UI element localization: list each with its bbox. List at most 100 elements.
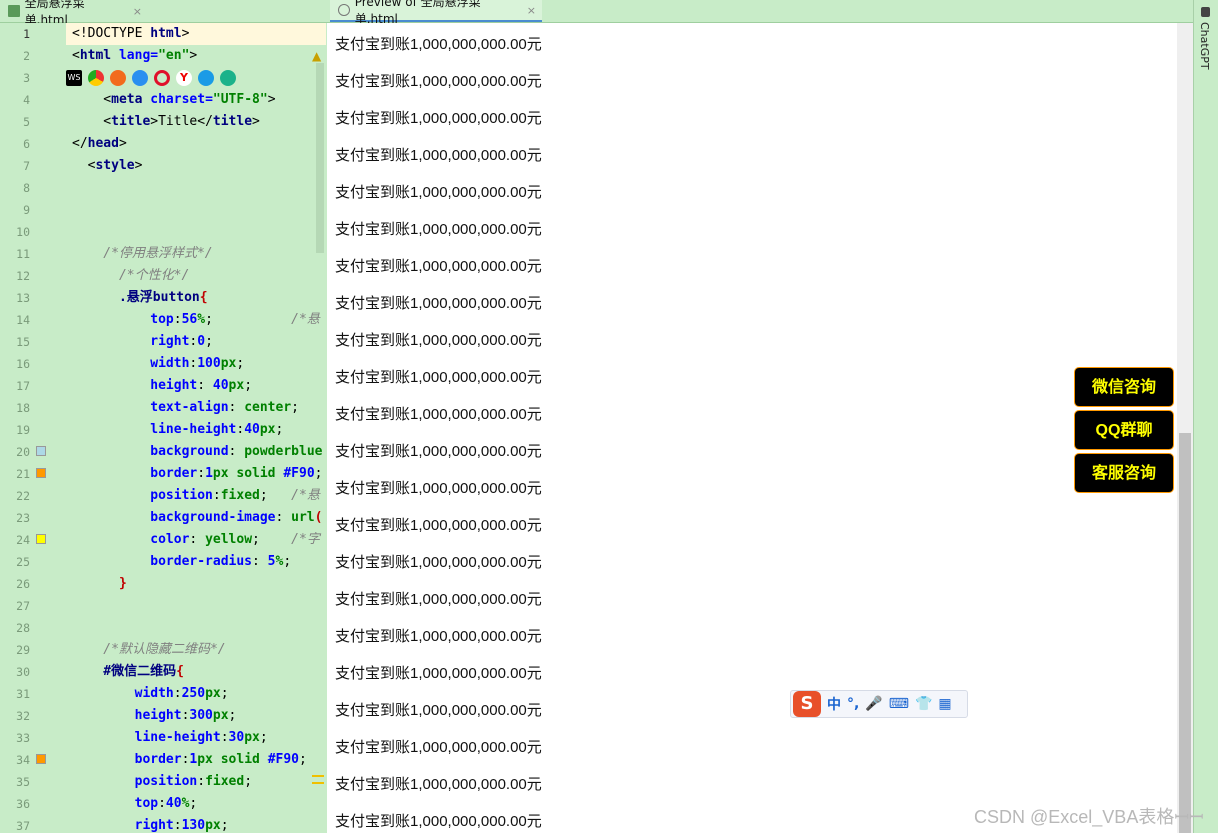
tab-source-file[interactable]: 全局悬浮菜单.html × [0, 0, 148, 27]
editor-scrollbar[interactable] [316, 63, 324, 253]
code-line: line-height:40px; [72, 419, 283, 441]
code-token: width [72, 686, 174, 701]
code-token: line-height [72, 422, 237, 437]
sogou-logo-icon[interactable]: S [793, 691, 821, 717]
line-number: 23 [16, 511, 30, 525]
code-token: top [72, 796, 159, 811]
code-line: #微信二维码{ [72, 661, 184, 683]
line-number: 17 [16, 379, 30, 393]
float-button-service[interactable]: 客服咨询 [1074, 453, 1174, 493]
line-number: 34 [16, 753, 30, 767]
punctuation-icon[interactable]: °, [847, 696, 859, 712]
line-number: 6 [23, 137, 30, 151]
microphone-icon[interactable]: 🎤 [865, 696, 882, 712]
code-token: ; [205, 312, 292, 327]
tab-preview[interactable]: Preview of 全局悬浮菜单.html × [330, 0, 542, 26]
html-file-icon [8, 5, 20, 17]
code-token: center [244, 400, 292, 415]
edge-icon[interactable] [220, 70, 236, 86]
code-token: #微信二维码 [72, 664, 177, 679]
line-number: 11 [16, 247, 30, 261]
code-token: : [173, 686, 182, 701]
payment-text-row: 支付宝到账1,000,000,000.00元 [335, 147, 542, 164]
line-number: 22 [16, 489, 30, 503]
close-icon[interactable]: × [133, 5, 142, 18]
code-token: "en" [158, 48, 190, 63]
scrollbar-thumb[interactable] [1179, 433, 1191, 833]
code-token: px [205, 686, 221, 701]
preview-scrollbar[interactable] [1177, 23, 1193, 833]
line-number: 27 [16, 599, 30, 613]
chatgpt-icon[interactable] [1201, 7, 1210, 17]
code-token: : [197, 378, 213, 393]
code-token: : [189, 532, 206, 547]
skin-icon[interactable]: 👕 [915, 696, 932, 712]
code-token: /*默认隐藏二维码*/ [72, 642, 226, 657]
code-token: .悬浮button [72, 290, 200, 305]
code-token: px [212, 708, 229, 723]
code-token: ; [275, 422, 284, 437]
html-preview[interactable]: 支付宝到账1,000,000,000.00元 支付宝到账1,000,000,000… [327, 23, 1177, 833]
code-line: <meta charset="UTF-8"> [72, 89, 275, 111]
line-number: 33 [16, 731, 30, 745]
float-button-wechat[interactable]: 微信咨询 [1074, 367, 1174, 407]
code-line: .悬浮button{ [72, 287, 208, 309]
payment-text-row: 支付宝到账1,000,000,000.00元 [335, 739, 542, 756]
line-number: 10 [16, 225, 30, 239]
line-number: 5 [23, 115, 30, 129]
code-area[interactable]: <!DOCTYPE html><html lang="en"> <head> <… [66, 23, 326, 833]
code-line: width:250px; [72, 683, 229, 705]
code-token: : [158, 796, 166, 811]
error-stripe-mark[interactable] [312, 782, 324, 784]
code-editor[interactable]: 1 2 3 4 5 6 7 8 9 10 11 12 13 14 15 16 17 18 19 20 21 22 23 24 2… [0, 23, 326, 833]
code-token: ; [259, 488, 292, 503]
code-line: /*停用悬浮样式*/ [72, 243, 212, 265]
code-token: width [72, 356, 190, 371]
line-number: 20 [16, 445, 30, 459]
line-number: 29 [16, 643, 30, 657]
payment-text-row: 支付宝到账1,000,000,000.00元 [335, 332, 542, 349]
opera-icon[interactable] [154, 70, 170, 86]
code-token: px [220, 356, 237, 371]
code-line: top:56%; /*悬 [72, 309, 320, 331]
keyboard-icon[interactable]: ⌨ [889, 696, 909, 712]
line-number: 9 [23, 203, 30, 217]
toolbox-icon[interactable]: ▦ [938, 696, 951, 712]
close-icon[interactable]: × [527, 4, 536, 17]
code-token: </ [72, 136, 88, 151]
line-number: 31 [16, 687, 30, 701]
line-number: 12 [16, 269, 30, 283]
code-token: : [228, 444, 245, 459]
code-token: color [72, 532, 190, 547]
code-token: ; [244, 774, 253, 789]
code-token: < [72, 92, 112, 107]
code-token: text-align [72, 400, 229, 415]
code-token: { [199, 290, 208, 305]
code-token: title [212, 114, 253, 129]
safari-icon[interactable] [132, 70, 148, 86]
firefox-icon[interactable] [110, 70, 126, 86]
webstorm-icon[interactable]: WS [66, 70, 82, 86]
code-token: % [197, 312, 206, 327]
code-token: > [134, 158, 143, 173]
chinese-mode-icon[interactable]: 中 [827, 694, 841, 714]
line-number: 35 [16, 775, 30, 789]
payment-text-row: 支付宝到账1,000,000,000.00元 [335, 258, 542, 275]
yandex-icon[interactable]: Y [176, 70, 192, 86]
code-token: > [252, 114, 260, 129]
warning-icon[interactable]: ▲ [312, 49, 321, 63]
error-stripe-mark[interactable] [312, 775, 324, 777]
code-token: ; [220, 818, 229, 833]
chrome-icon[interactable] [88, 70, 104, 86]
float-button-qq[interactable]: QQ群聊 [1074, 410, 1174, 450]
code-line: } [72, 573, 127, 595]
line-number: 13 [16, 291, 30, 305]
ie-icon[interactable] [198, 70, 214, 86]
payment-text-row: 支付宝到账1,000,000,000.00元 [335, 628, 542, 645]
code-line: <!DOCTYPE html> [72, 23, 189, 45]
chatgpt-tool-label[interactable]: ChatGPT [1198, 22, 1211, 70]
code-token: #F90 [283, 466, 315, 481]
globe-icon [338, 4, 350, 16]
code-token: : [252, 554, 268, 569]
code-token: height [72, 708, 182, 723]
